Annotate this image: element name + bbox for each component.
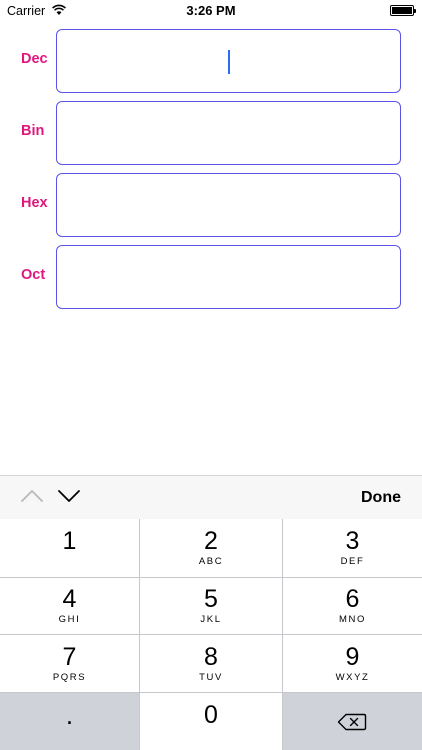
key-letters: ABC: [198, 556, 224, 567]
hex-label: Hex: [21, 195, 48, 211]
key-5[interactable]: 5 JKL: [140, 577, 282, 634]
number-keypad: 1 2 ABC 3 DEF 4 GHI 5 JKL 6 MNO 7 PQRS 8…: [0, 519, 422, 750]
done-button[interactable]: Done: [361, 489, 401, 507]
key-digit: 9: [345, 643, 360, 671]
key-digit: 6: [345, 585, 360, 613]
chevron-up-icon[interactable]: [20, 488, 44, 504]
dec-row: Dec: [0, 29, 422, 93]
key-digit: 4: [62, 585, 77, 613]
key-decimal[interactable]: .: [0, 693, 139, 750]
key-digit: 0: [204, 701, 218, 729]
key-0[interactable]: 0: [140, 693, 282, 750]
key-7[interactable]: 7 PQRS: [0, 635, 139, 692]
key-letters: JKL: [200, 614, 222, 625]
keypad-divider: [0, 577, 422, 578]
oct-label: Oct: [21, 267, 46, 283]
key-letters: PQRS: [52, 672, 87, 683]
dec-input[interactable]: [56, 29, 401, 93]
delete-backspace-icon: [337, 713, 367, 731]
key-digit: 3: [345, 527, 360, 555]
chevron-down-icon[interactable]: [57, 488, 81, 504]
bin-input[interactable]: [56, 101, 401, 165]
keypad-divider: [0, 692, 422, 693]
hex-input[interactable]: [56, 173, 401, 237]
key-4[interactable]: 4 GHI: [0, 577, 139, 634]
key-digit: 5: [204, 585, 218, 613]
key-delete[interactable]: [283, 693, 422, 750]
keyboard-accessory-toolbar: Done: [0, 475, 422, 519]
bin-row: Bin: [0, 101, 422, 165]
key-decimal-label: .: [65, 700, 74, 730]
keypad-divider: [0, 634, 422, 635]
key-3[interactable]: 3 DEF: [283, 519, 422, 577]
key-letters: DEF: [340, 556, 365, 567]
key-8[interactable]: 8 TUV: [140, 635, 282, 692]
bin-label: Bin: [21, 123, 45, 139]
key-digit: 8: [204, 643, 218, 671]
status-bar: Carrier 3:26 PM: [0, 0, 422, 22]
oct-row: Oct: [0, 245, 422, 309]
key-letters: WXYZ: [335, 672, 370, 683]
hex-row: Hex: [0, 173, 422, 237]
key-digit: 7: [62, 643, 77, 671]
battery-icon: [390, 5, 416, 16]
dec-label: Dec: [21, 51, 48, 67]
key-letters: GHI: [58, 614, 81, 625]
text-caret: [228, 50, 230, 74]
key-9[interactable]: 9 WXYZ: [283, 635, 422, 692]
key-letters: MNO: [339, 614, 366, 625]
key-2[interactable]: 2 ABC: [140, 519, 282, 577]
key-1[interactable]: 1: [0, 519, 139, 577]
clock-time: 3:26 PM: [186, 3, 236, 18]
key-6[interactable]: 6 MNO: [283, 577, 422, 634]
key-digit: 1: [62, 527, 77, 555]
oct-input[interactable]: [56, 245, 401, 309]
key-digit: 2: [204, 527, 218, 555]
key-letters: TUV: [199, 672, 223, 683]
